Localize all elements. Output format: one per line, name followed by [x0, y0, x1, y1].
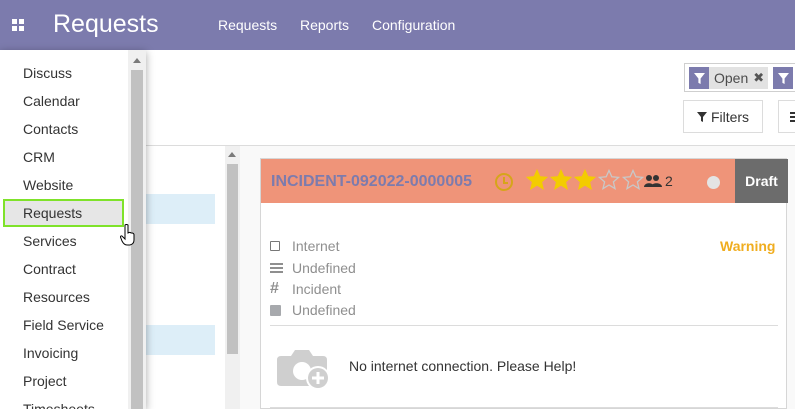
- menu-item-contract[interactable]: Contract: [23, 261, 76, 277]
- list-icon: [270, 263, 288, 273]
- filter-icon: [773, 67, 793, 89]
- users-icon: [644, 175, 662, 187]
- facet-label: Open: [714, 70, 749, 86]
- apps-menu-icon[interactable]: [12, 19, 24, 31]
- hash-icon: #: [270, 280, 279, 297]
- left-panel-row[interactable]: [145, 325, 215, 355]
- scrollbar-thumb[interactable]: [227, 164, 238, 354]
- hand-pointer-icon: [120, 224, 135, 246]
- group-by-button[interactable]: [778, 100, 795, 133]
- field-value: Internet: [292, 238, 340, 254]
- field-row: Internet: [270, 238, 339, 254]
- clock-icon[interactable]: [495, 173, 513, 191]
- filters-button-label: Filters: [710, 108, 750, 125]
- menu-item-crm[interactable]: CRM: [23, 149, 55, 165]
- star-filled-icon[interactable]: [573, 168, 597, 191]
- search-facet-second: [773, 67, 793, 89]
- card-divider: [270, 407, 778, 408]
- menu-item-discuss[interactable]: Discuss: [23, 65, 72, 81]
- menu-item-invoicing[interactable]: Invoicing: [23, 345, 78, 361]
- checkbox-icon: [270, 241, 288, 251]
- left-panel: [130, 146, 240, 409]
- priority-stars[interactable]: [525, 168, 645, 191]
- facet-remove-icon[interactable]: ✖: [753, 70, 768, 86]
- left-panel-scrollbar[interactable]: [225, 146, 240, 409]
- priority-label: Warning: [720, 238, 776, 254]
- request-card[interactable]: INCIDENT-092022-0000005 2 Draft Internet…: [260, 158, 788, 409]
- followers: 2: [644, 173, 673, 189]
- kanban-state-dot[interactable]: [707, 176, 720, 189]
- nav-configuration[interactable]: Configuration: [372, 17, 455, 33]
- star-empty-icon[interactable]: [621, 168, 645, 191]
- request-title[interactable]: INCIDENT-092022-0000005: [271, 173, 472, 191]
- filters-button[interactable]: Filters: [683, 100, 763, 133]
- field-value: Undefined: [292, 260, 356, 276]
- menu-item-calendar[interactable]: Calendar: [23, 93, 80, 109]
- star-filled-icon[interactable]: [525, 168, 549, 191]
- filter-icon: [696, 111, 707, 122]
- menu-item-resources[interactable]: Resources: [23, 289, 90, 305]
- star-empty-icon[interactable]: [597, 168, 621, 191]
- followers-count: 2: [665, 173, 673, 189]
- left-panel-row[interactable]: [145, 194, 215, 224]
- menu-item-timesheets[interactable]: Timesheets: [23, 401, 95, 409]
- field-row: Undefined: [270, 260, 356, 276]
- menu-item-contacts[interactable]: Contacts: [23, 121, 78, 137]
- stage-badge: Draft: [735, 159, 788, 203]
- nav-reports[interactable]: Reports: [300, 17, 349, 33]
- scroll-up-icon[interactable]: [133, 58, 141, 63]
- top-navbar: Requests Requests Reports Configuration: [0, 0, 795, 50]
- menu-item-services[interactable]: Services: [23, 233, 77, 249]
- card-divider: [270, 325, 778, 326]
- menu-item-requests[interactable]: Requests: [23, 205, 82, 221]
- search-bar[interactable]: Open ✖: [684, 63, 795, 92]
- star-filled-icon[interactable]: [549, 168, 573, 191]
- request-description: No internet connection. Please Help!: [349, 358, 577, 374]
- field-row: # Incident: [270, 280, 342, 298]
- search-facet-open: Open ✖: [689, 67, 769, 89]
- field-row: Undefined: [270, 302, 356, 318]
- nav-requests[interactable]: Requests: [218, 17, 277, 33]
- field-value: Incident: [292, 281, 342, 297]
- scroll-up-icon[interactable]: [228, 152, 236, 157]
- menu-item-field-service[interactable]: Field Service: [23, 317, 104, 333]
- menu-item-website[interactable]: Website: [23, 177, 73, 193]
- app-title: Requests: [53, 10, 159, 38]
- menu-item-project[interactable]: Project: [23, 373, 67, 389]
- camera-add-icon[interactable]: [277, 344, 333, 392]
- square-icon: [270, 304, 288, 316]
- field-value: Undefined: [292, 302, 356, 318]
- filter-icon: [689, 67, 709, 89]
- card-header: INCIDENT-092022-0000005 2 Draft: [261, 159, 788, 203]
